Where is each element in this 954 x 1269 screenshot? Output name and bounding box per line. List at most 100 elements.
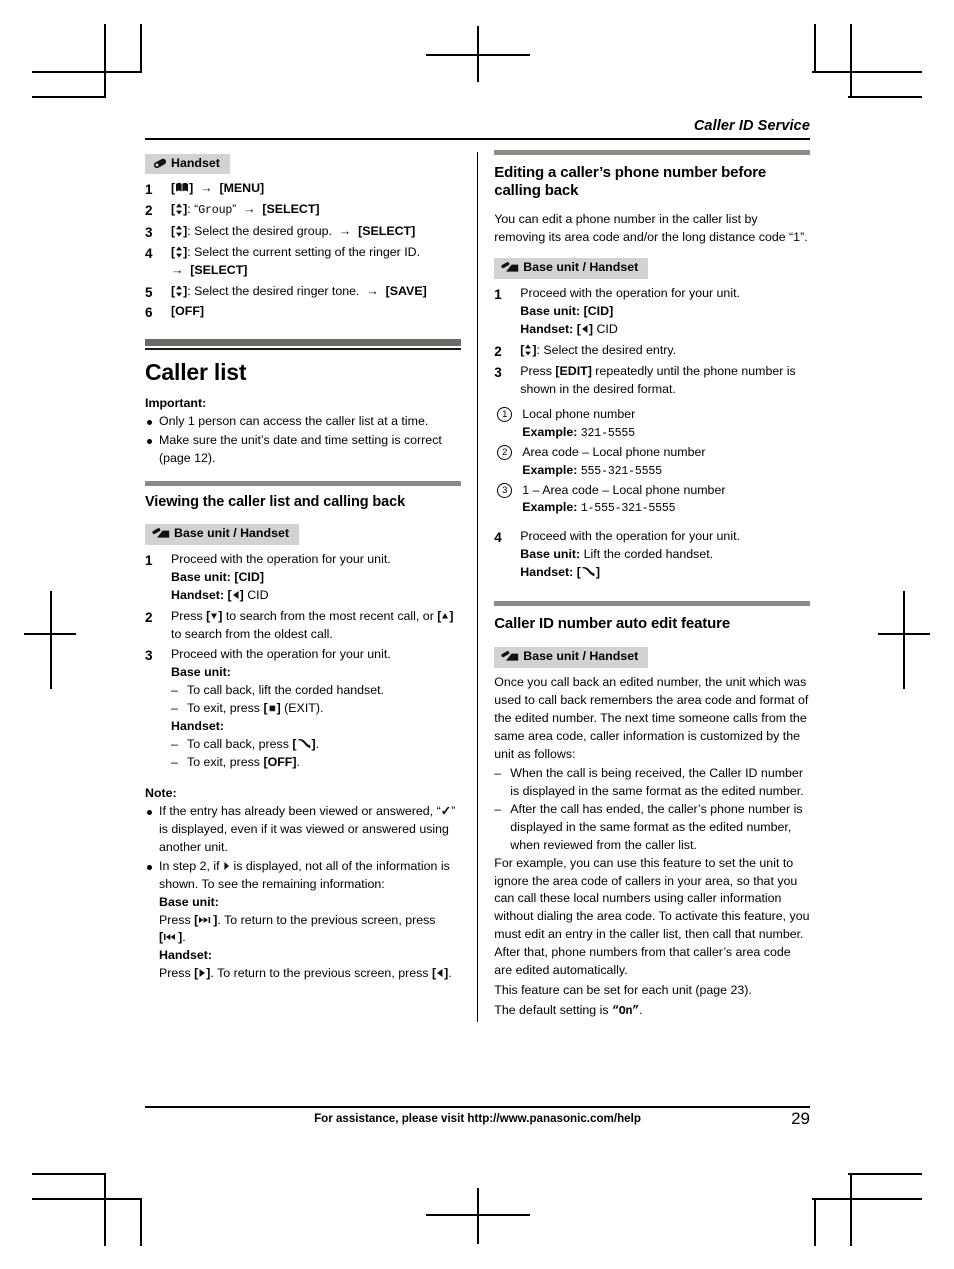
- step-line: Proceed with the operation for your unit…: [520, 286, 740, 301]
- base-handset-badge: Base unit / Handset: [494, 647, 649, 669]
- list-item: 3 1 – Area code – Local phone number Exa…: [494, 482, 810, 519]
- step-item: 1 [] → [MENU]: [145, 180, 461, 198]
- step-item: 1 Proceed with the operation for your un…: [145, 551, 461, 605]
- running-head: Caller ID Service: [693, 118, 810, 134]
- updown-arrow-icon: [176, 203, 183, 215]
- step-line: Proceed with the operation for your unit…: [171, 552, 391, 567]
- left-arrow-icon: [232, 590, 239, 599]
- step-item: 3 Proceed with the operation for your un…: [145, 646, 461, 771]
- auto-edit-default-setting: The default setting is “On”.: [494, 1002, 810, 1021]
- step-text: []: Select the current setting of the ri…: [171, 244, 421, 277]
- step-item: 1 Proceed with the operation for your un…: [494, 285, 810, 339]
- step-item: 6 [OFF]: [145, 303, 461, 321]
- step-number: 1: [145, 182, 153, 198]
- format-label: Area code – Local phone number: [522, 444, 706, 459]
- crop-mark-bottom-right-h2: [848, 1173, 922, 1175]
- behavior-text: After the call has ended, the caller’s p…: [510, 802, 803, 852]
- step-item: 3 Press [EDIT] repeatedly until the phon…: [494, 363, 810, 399]
- crop-mark-bottom-right-v1: [850, 1174, 852, 1246]
- section-title: Caller list: [145, 358, 247, 385]
- option-text: To call back, lift the corded handset.: [187, 683, 384, 698]
- step-number: 2: [494, 343, 502, 359]
- list-item: To exit, press [] (EXIT).: [171, 700, 461, 718]
- step-text: Press [] to search from the most recent …: [171, 608, 454, 641]
- step-number: 3: [145, 224, 153, 240]
- circled-number: 3: [497, 482, 513, 498]
- handset-label: Handset:: [520, 564, 574, 579]
- handset-label: Handset:: [520, 322, 574, 336]
- example-value: 321-5555: [580, 427, 635, 441]
- footer-row: For assistance, please visit http://www.…: [145, 1108, 810, 1128]
- list-item: 2 Area code – Local phone number Example…: [494, 444, 810, 481]
- step-number: 5: [145, 284, 153, 300]
- handset-key-suffix: CID: [247, 587, 269, 602]
- registration-mark-top-v: [477, 26, 479, 82]
- step-number: 2: [145, 609, 153, 625]
- step-number: 6: [145, 305, 153, 321]
- section-bar: [145, 339, 461, 347]
- subsection-title: Viewing the caller list and calling back: [145, 493, 406, 510]
- list-item: To call back, press [].: [171, 736, 461, 754]
- subsection-bar: [145, 480, 461, 486]
- step-item: 2 Press [] to search from the most recen…: [145, 608, 461, 644]
- list-item: Make sure the unit’s date and time setti…: [145, 432, 461, 468]
- editing-section-title: Editing a caller’s phone number before c…: [494, 163, 767, 200]
- left-column: Handset 1 [] → [MENU] 2 []: “Group” → [S…: [145, 150, 477, 987]
- updown-arrow-icon: [176, 225, 183, 237]
- crop-mark-bottom-left-v1: [104, 1174, 106, 1246]
- base-unit-icon: [152, 528, 170, 538]
- base-unit-icon: [501, 651, 519, 661]
- crop-mark-top-right-h2: [848, 96, 922, 98]
- step-number: 4: [494, 530, 502, 546]
- step-number: 3: [494, 364, 502, 380]
- step-text: []: Select the desired entry.: [520, 342, 677, 357]
- note-list: If the entry has already been viewed or …: [145, 803, 461, 983]
- step-text: [OFF]: [171, 304, 205, 319]
- handset-options: To call back, press []. To exit, press […: [171, 736, 461, 772]
- behavior-text: When the call is being received, the Cal…: [510, 766, 804, 799]
- step-text: [] → [MENU]: [171, 181, 265, 196]
- subsection-bar: [494, 149, 810, 155]
- default-prefix: The default setting is: [494, 1002, 613, 1017]
- list-item: Only 1 person can access the caller list…: [145, 413, 461, 431]
- phonebook-icon: [176, 183, 189, 192]
- list-item: If the entry has already been viewed or …: [145, 803, 461, 857]
- example-value: 555-321-5555: [580, 464, 662, 478]
- crop-mark-top-left-h1: [32, 71, 142, 73]
- example-value: 1-555-321-5555: [580, 502, 676, 516]
- step-number: 1: [494, 287, 502, 303]
- left-arrow-icon: [581, 325, 588, 333]
- crop-mark-bottom-right-v2: [814, 1198, 816, 1246]
- base-handset-badge: Base unit / Handset: [145, 524, 299, 546]
- section-bar-rule: [145, 348, 461, 350]
- list-item: To call back, lift the corded handset.: [171, 682, 461, 700]
- base-unit-label: Base unit:: [520, 304, 581, 319]
- base-handset-badge-label: Base unit / Handset: [174, 526, 289, 541]
- registration-mark-right-v: [903, 591, 905, 689]
- step-line: Proceed with the operation for your unit…: [171, 647, 391, 662]
- important-list: Only 1 person can access the caller list…: [145, 413, 461, 468]
- step-number: 3: [145, 648, 153, 664]
- crop-mark-bottom-right-h1: [812, 1198, 922, 1200]
- editing-steps: 1 Proceed with the operation for your un…: [494, 285, 810, 398]
- circled-number: 2: [497, 444, 513, 460]
- left-arrow-icon: [437, 969, 443, 978]
- crop-mark-bottom-left-h2: [32, 1173, 106, 1175]
- default-value: “On”: [612, 1004, 640, 1018]
- step-text: Proceed with the operation for your unit…: [171, 552, 391, 602]
- crop-mark-top-left-v1: [104, 24, 106, 96]
- example-label: Example:: [522, 425, 578, 440]
- right-column: Editing a caller’s phone number before c…: [478, 149, 810, 1023]
- step-number: 4: [145, 245, 153, 261]
- handset-key-suffix: CID: [596, 322, 618, 336]
- crop-mark-bottom-left-v2: [140, 1198, 142, 1246]
- base-unit-icon: [501, 262, 519, 273]
- base-unit-key: [CID]: [583, 304, 614, 319]
- handset-label: Handset:: [171, 587, 225, 602]
- auto-edit-behaviors: When the call is being received, the Cal…: [494, 765, 810, 854]
- list-item: To exit, press [OFF].: [171, 754, 461, 772]
- step-text: []: Select the desired group. → [SELECT]: [171, 223, 416, 238]
- printed-page: Caller ID Service Handset 1 [] → [MENU]…: [0, 0, 954, 1269]
- registration-mark-left-v: [50, 591, 52, 689]
- assistance-text: For assistance, please visit http://www.…: [314, 1111, 641, 1125]
